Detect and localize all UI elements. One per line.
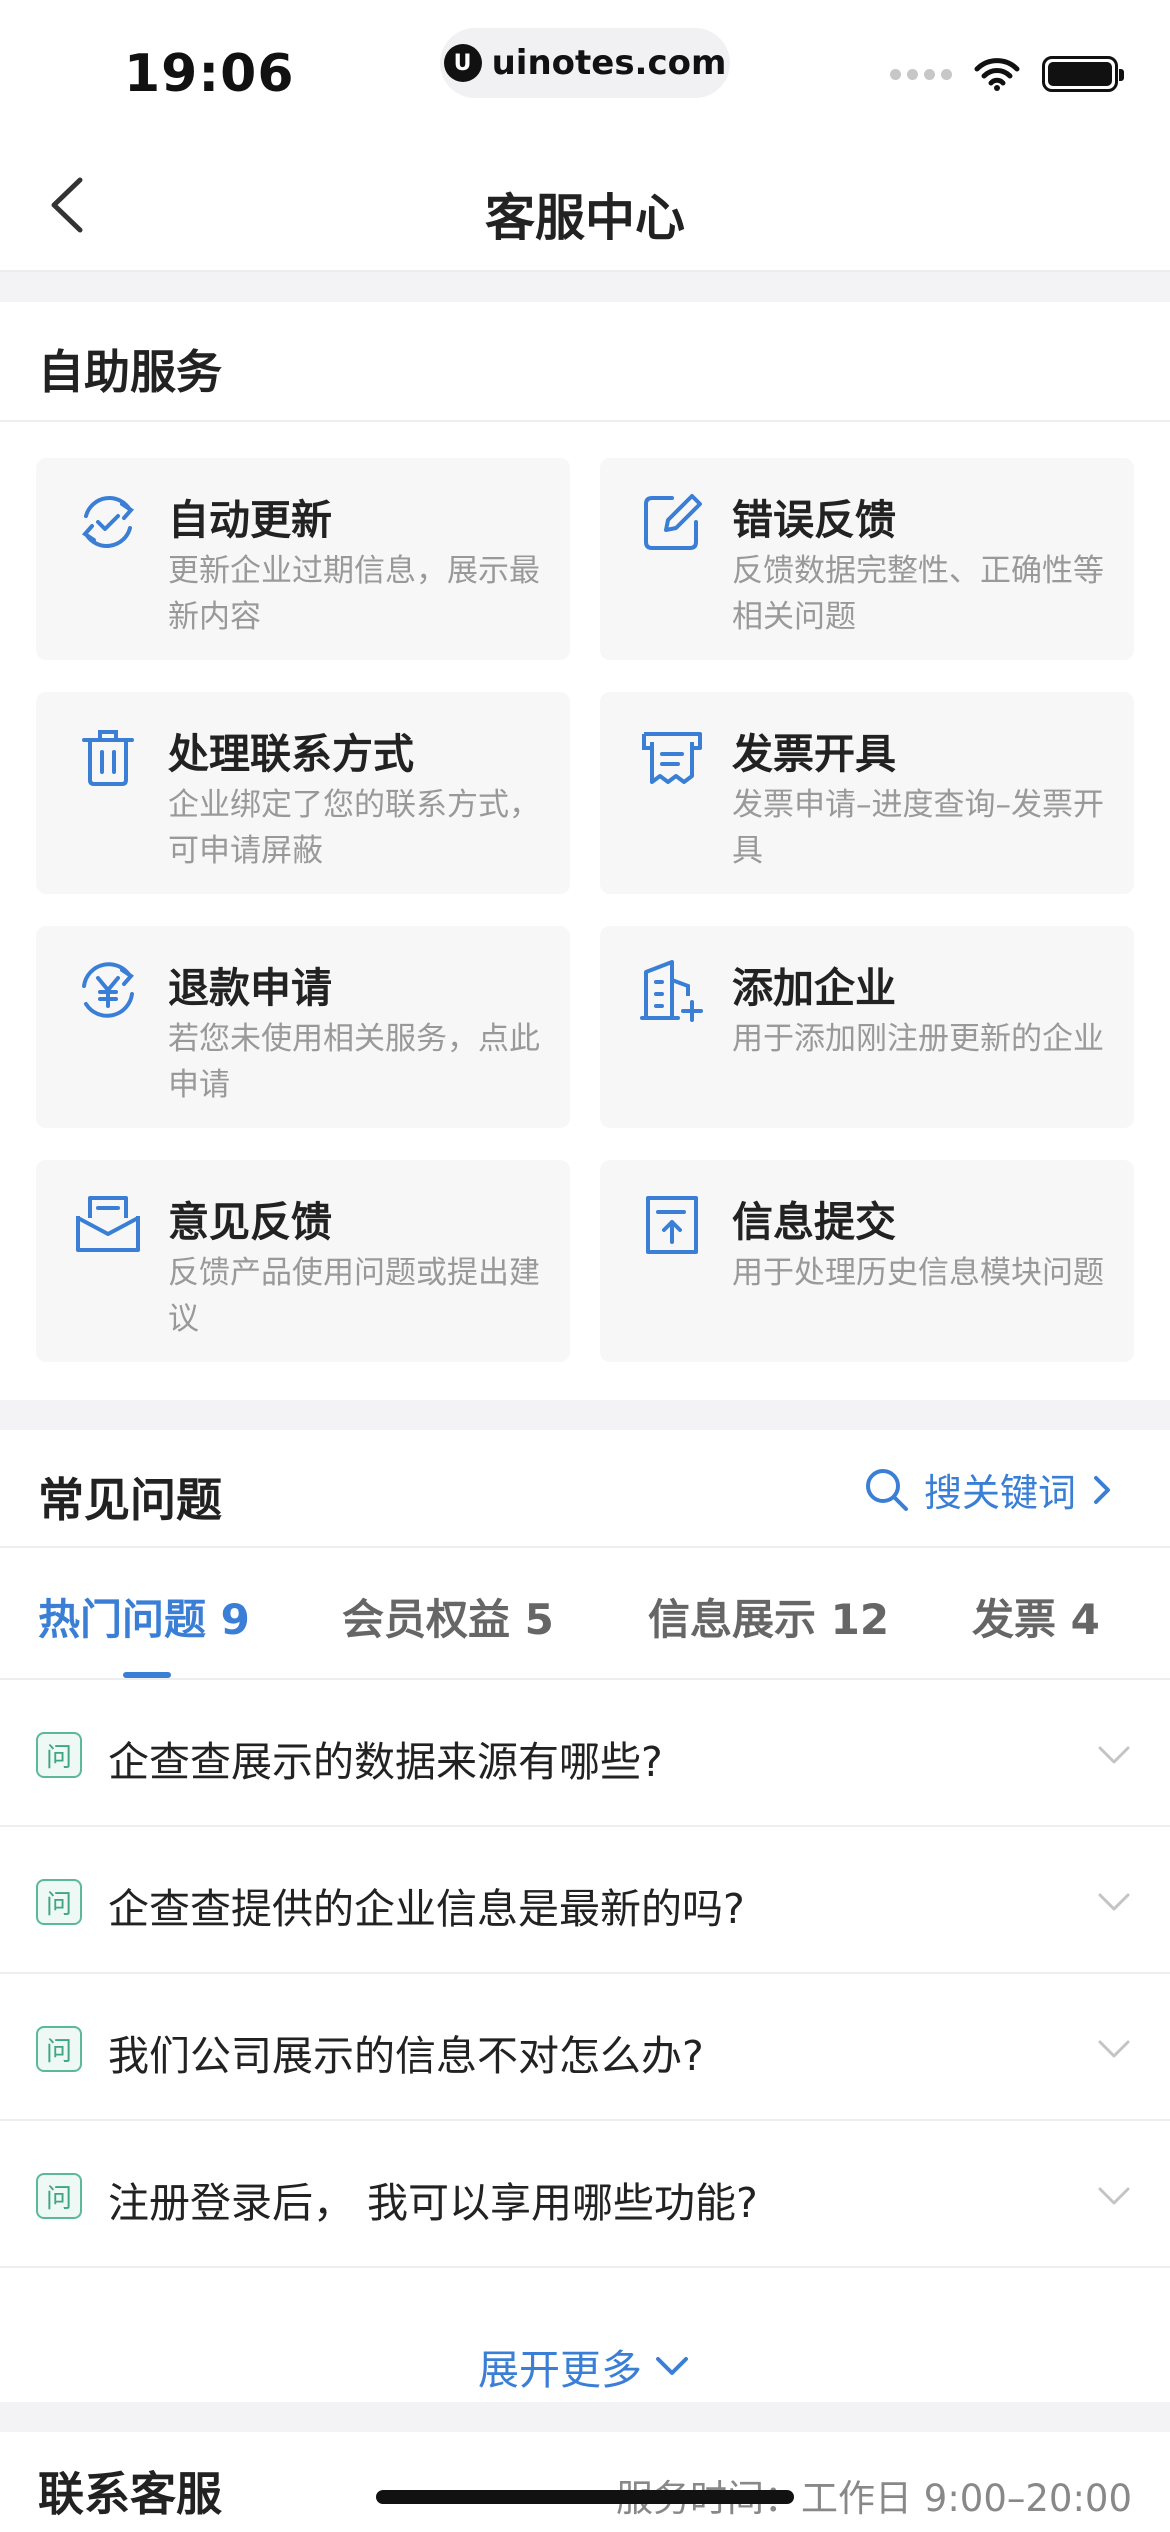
mail-icon	[76, 1196, 140, 1252]
tile-title: 自动更新	[168, 496, 332, 544]
service-tiles: 自动更新 更新企业过期信息，展示最新内容 错误反馈 反馈数据完整性、正确性等相关…	[36, 458, 1134, 1362]
tab-invoice[interactable]: 发票 4	[972, 1586, 1100, 1647]
invoice-icon	[642, 732, 702, 784]
faq-tabs: 热门问题 9 会员权益 5 信息展示 12 发票 4	[0, 1548, 1170, 1680]
site-logo-icon: U	[443, 44, 482, 82]
chevron-down-icon	[656, 2357, 688, 2375]
question-badge: 问	[36, 2173, 82, 2219]
url-text: uinotes.com	[491, 43, 727, 83]
chevron-down-icon	[1098, 1893, 1130, 1911]
tab-info-display[interactable]: 信息展示 12	[648, 1586, 889, 1647]
tile-title: 错误反馈	[732, 496, 896, 544]
expand-more-button[interactable]: 展开更多	[0, 2330, 1170, 2402]
tile-suggestion[interactable]: 意见反馈 反馈产品使用问题或提出建议	[36, 1160, 570, 1362]
question-badge: 问	[36, 1879, 82, 1925]
search-icon	[865, 1468, 908, 1511]
faq-header: 常见问题 搜关键词	[0, 1430, 1170, 1548]
chevron-right-icon	[1094, 1475, 1110, 1504]
question-badge: 问	[36, 2026, 82, 2072]
self-service-title: 自助服务	[38, 345, 222, 399]
tile-desc: 更新企业过期信息，展示最新内容	[168, 553, 540, 635]
keyword-search-link[interactable]: 搜关键词	[864, 1462, 1114, 1517]
url-pill[interactable]: U uinotes.com	[440, 28, 730, 98]
contact-section: 联系客服 服务时间：工作日 9:00–20:00	[0, 2432, 1170, 2532]
expand-more-label: 展开更多	[478, 2346, 642, 2394]
document-upload-icon	[646, 1196, 698, 1254]
wifi-icon	[974, 58, 1020, 91]
tile-title: 信息提交	[732, 1198, 896, 1246]
faq-item[interactable]: 问 企查查提供的企业信息是最新的吗?	[0, 1827, 1170, 1974]
edit-icon	[644, 494, 702, 550]
trash-icon	[82, 730, 134, 786]
tile-invoice[interactable]: 发票开具 发票申请–进度查询–发票开具	[600, 692, 1134, 894]
tile-contact-handling[interactable]: 处理联系方式 企业绑定了您的联系方式，可申请屏蔽	[36, 692, 570, 894]
tile-auto-update[interactable]: 自动更新 更新企业过期信息，展示最新内容	[36, 458, 570, 660]
status-time: 19:06	[124, 44, 295, 104]
tile-refund[interactable]: 退款申请 若您未使用相关服务，点此申请	[36, 926, 570, 1128]
faq-item[interactable]: 问 注册登录后， 我可以享用哪些功能?	[0, 2121, 1170, 2268]
chevron-down-icon	[1098, 2187, 1130, 2205]
battery-icon	[1042, 56, 1124, 92]
question-text: 企查查展示的数据来源有哪些?	[108, 1738, 663, 1786]
faq-item[interactable]: 问 我们公司展示的信息不对怎么办?	[0, 1974, 1170, 2121]
tile-error-feedback[interactable]: 错误反馈 反馈数据完整性、正确性等相关问题	[600, 458, 1134, 660]
tile-desc: 企业绑定了您的联系方式，可申请屏蔽	[168, 787, 540, 869]
faq-title: 常见问题	[38, 1473, 222, 1527]
nav-bar: 客服中心	[0, 140, 1170, 272]
status-bar: 19:06 U uinotes.com	[0, 0, 1170, 140]
faq-section: 常见问题 搜关键词 热门问题 9 会员权益 5 信息展示 12 发票 4 问 企…	[0, 1430, 1170, 2402]
contact-title: 联系客服	[38, 2467, 222, 2521]
page-title: 客服中心	[485, 189, 685, 247]
question-text: 注册登录后， 我可以享用哪些功能?	[108, 2179, 758, 2227]
chevron-down-icon	[1098, 2040, 1130, 2058]
self-service-section: 自助服务 自动更新 更新企业过期信息，展示最新内容 错误反馈 反馈数据完整性、正…	[0, 302, 1170, 1400]
status-indicators	[890, 56, 1124, 92]
tile-title: 发票开具	[732, 730, 896, 778]
tile-title: 处理联系方式	[168, 730, 414, 778]
question-text: 我们公司展示的信息不对怎么办?	[108, 2032, 704, 2080]
active-tab-indicator	[123, 1672, 171, 1678]
search-link-label: 搜关键词	[923, 1471, 1076, 1515]
tile-title: 意见反馈	[168, 1198, 332, 1246]
tile-add-company[interactable]: 添加企业 用于添加刚注册更新的企业	[600, 926, 1134, 1128]
tile-desc: 发票申请–进度查询–发票开具	[732, 787, 1104, 869]
building-add-icon	[640, 960, 703, 1022]
tile-desc: 若您未使用相关服务，点此申请	[168, 1021, 540, 1103]
tab-hot-questions[interactable]: 热门问题 9	[38, 1586, 250, 1647]
chevron-down-icon	[1098, 1746, 1130, 1764]
tile-desc: 反馈产品使用问题或提出建议	[168, 1255, 540, 1337]
tab-member-benefits[interactable]: 会员权益 5	[342, 1586, 554, 1647]
question-badge: 问	[36, 1732, 82, 1778]
refresh-check-icon	[81, 496, 135, 548]
tile-desc: 反馈数据完整性、正确性等相关问题	[732, 553, 1104, 635]
self-service-header: 自助服务	[0, 302, 1170, 422]
tile-desc: 用于添加刚注册更新的企业	[732, 1021, 1104, 1057]
cellular-signal-icon	[890, 68, 952, 80]
yen-refund-icon	[82, 962, 135, 1018]
home-indicator	[376, 2490, 794, 2504]
question-text: 企查查提供的企业信息是最新的吗?	[108, 1885, 745, 1933]
tile-title: 添加企业	[732, 964, 896, 1012]
faq-item[interactable]: 问 企查查展示的数据来源有哪些?	[0, 1680, 1170, 1827]
tile-desc: 用于处理历史信息模块问题	[732, 1255, 1104, 1291]
tile-title: 退款申请	[168, 964, 332, 1012]
tile-info-submit[interactable]: 信息提交 用于处理历史信息模块问题	[600, 1160, 1134, 1362]
